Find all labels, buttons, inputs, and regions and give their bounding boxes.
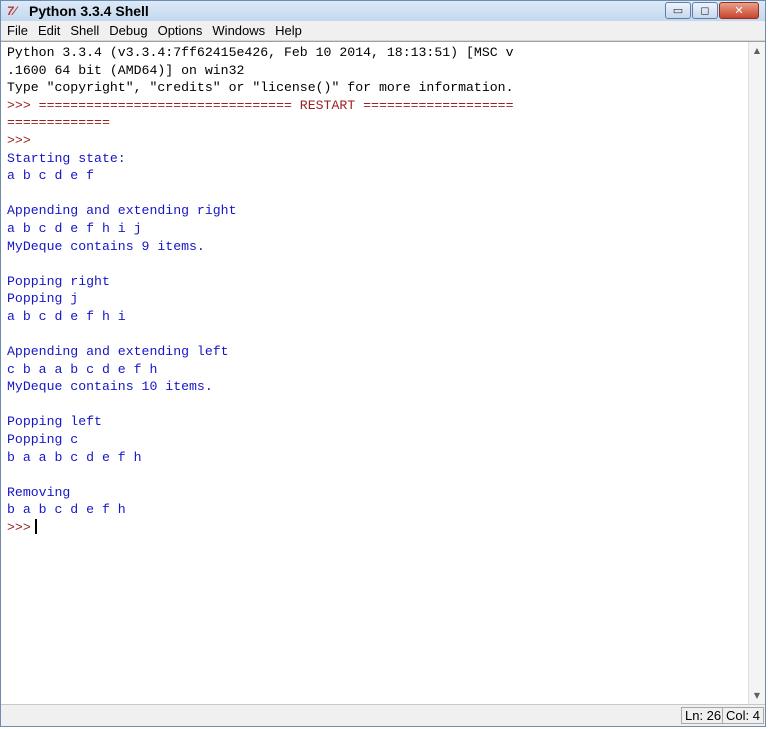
shell-line: Removing [7, 484, 71, 500]
shell-line: Popping c [7, 432, 79, 448]
shell-line: Popping right [7, 273, 110, 289]
maximize-icon: ◻ [700, 4, 710, 17]
shell-line: .1600 64 bit (AMD64)] on win32 [7, 62, 245, 78]
shell-line: a b c d e f h i j [7, 220, 142, 236]
shell-line: Appending and extending right [7, 203, 237, 219]
minimize-icon: ▭ [672, 4, 684, 17]
shell-line: MyDeque contains 10 items. [7, 379, 213, 395]
minimize-button[interactable]: ▭ [665, 2, 691, 19]
shell-line: >>> [7, 132, 31, 148]
shell-line: Python 3.3.4 (v3.3.4:7ff62415e426, Feb 1… [7, 45, 514, 60]
menu-file[interactable]: File [1, 21, 33, 41]
shell-line: >>> ================================ RES… [7, 97, 514, 113]
shell-line: a b c d e f h i [7, 308, 126, 324]
shell-line: Popping left [7, 414, 102, 430]
shell-line: b a a b c d e f h [7, 449, 142, 465]
shell-line: ============= [7, 115, 110, 131]
text-cursor [34, 519, 37, 535]
line-number-indicator: Ln: 26 [681, 707, 726, 724]
menu-windows[interactable]: Windows [207, 21, 270, 41]
shell-line: b a b c d e f h [7, 502, 126, 518]
shell-line: MyDeque contains 9 items. [7, 238, 205, 254]
status-bar: Ln: 26 Col: 4 [1, 704, 765, 726]
shell-line: Starting state: [7, 150, 126, 166]
menu-bar: File Edit Shell Debug Options Windows He… [1, 21, 765, 41]
column-number-indicator: Col: 4 [722, 707, 764, 724]
shell-line: a b c d e f [7, 168, 95, 184]
menu-shell[interactable]: Shell [65, 21, 104, 41]
menu-edit[interactable]: Edit [33, 21, 65, 41]
window-controls: ▭ ◻ ✕ [664, 2, 759, 19]
maximize-button[interactable]: ◻ [692, 2, 718, 19]
idle-shell-window: 7⁄ Python 3.3.4 Shell ▭ ◻ ✕ File Edit Sh… [0, 0, 766, 727]
vertical-scrollbar[interactable]: ▲ ▼ [748, 42, 765, 704]
menu-help[interactable]: Help [270, 21, 307, 41]
scroll-down-icon[interactable]: ▼ [749, 687, 765, 704]
python-idle-icon: 7⁄ [7, 4, 16, 18]
menu-debug[interactable]: Debug [104, 21, 152, 41]
shell-line: Appending and extending left [7, 344, 229, 360]
menu-options[interactable]: Options [153, 21, 208, 41]
shell-line: Type "copyright", "credits" or "license(… [7, 80, 514, 96]
scroll-up-icon[interactable]: ▲ [749, 42, 765, 59]
close-icon: ✕ [734, 4, 744, 17]
shell-output[interactable]: Python 3.3.4 (v3.3.4:7ff62415e426, Feb 1… [7, 44, 743, 704]
shell-line: c b a a b c d e f h [7, 361, 158, 377]
close-button[interactable]: ✕ [719, 2, 759, 19]
shell-text-area[interactable]: Python 3.3.4 (v3.3.4:7ff62415e426, Feb 1… [1, 41, 765, 704]
shell-prompt: >>> [7, 520, 31, 536]
shell-input-line[interactable]: >>> [7, 519, 743, 537]
title-bar[interactable]: 7⁄ Python 3.3.4 Shell ▭ ◻ ✕ [1, 1, 765, 21]
shell-line: Popping j [7, 291, 79, 307]
window-title: Python 3.3.4 Shell [29, 3, 149, 19]
